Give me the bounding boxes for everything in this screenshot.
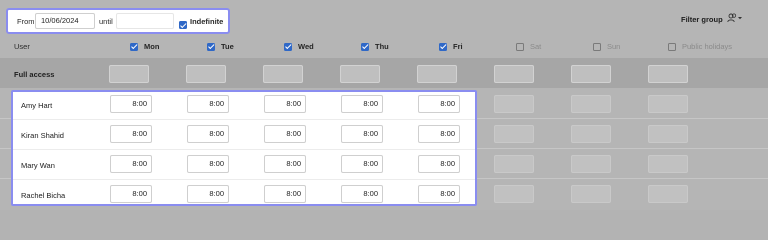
thu-time-input[interactable]: 8:00 — [341, 185, 383, 203]
day-label: Wed — [298, 42, 314, 51]
full-access-holidays-input[interactable] — [648, 65, 688, 83]
sat-checkbox[interactable] — [516, 42, 524, 51]
from-date-input[interactable]: 10/06/2024 — [35, 13, 95, 29]
public-holidays-checkbox[interactable] — [668, 42, 676, 51]
row-divider — [13, 149, 475, 150]
indefinite-label: Indefinite — [190, 17, 224, 26]
day-label: Sat — [530, 42, 542, 51]
full-access-label: Full access — [14, 70, 55, 79]
thu-time-input[interactable]: 8:00 — [341, 155, 383, 173]
sat-time-input[interactable] — [494, 155, 534, 173]
mon-time-input[interactable]: 8:00 — [110, 95, 152, 113]
full-access-tue-input[interactable] — [186, 65, 226, 83]
user-name: Mary Wan — [21, 161, 55, 170]
full-access-fri-input[interactable] — [417, 65, 457, 83]
indefinite-checkbox[interactable] — [179, 21, 187, 29]
holidays-time-input[interactable] — [648, 125, 688, 143]
until-date-input[interactable] — [116, 13, 174, 29]
day-header-sat: Sat — [516, 42, 541, 51]
wed-time-input[interactable]: 8:00 — [264, 155, 306, 173]
holidays-time-input[interactable] — [648, 185, 688, 203]
full-access-thu-input[interactable] — [340, 65, 380, 83]
day-header-mon: Mon — [130, 42, 159, 51]
sat-time-input[interactable] — [494, 95, 534, 113]
tue-time-input[interactable]: 8:00 — [187, 95, 229, 113]
holidays-time-input[interactable] — [648, 155, 688, 173]
sun-time-input[interactable] — [571, 125, 611, 143]
date-range-bar: From 10/06/2024 until Indefinite — [6, 8, 230, 34]
tue-time-input[interactable]: 8:00 — [187, 185, 229, 203]
fri-time-input[interactable]: 8:00 — [418, 125, 460, 143]
user-name: Kiran Shahid — [21, 131, 64, 140]
users-schedule-panel: Amy Hart 8:00 8:00 8:00 8:00 8:00 Kiran … — [11, 90, 477, 206]
tue-checkbox[interactable] — [207, 42, 215, 51]
mon-time-input[interactable]: 8:00 — [110, 125, 152, 143]
day-label: Thu — [375, 42, 389, 51]
sun-time-input[interactable] — [571, 95, 611, 113]
until-label: until — [99, 17, 113, 26]
mon-time-input[interactable]: 8:00 — [110, 185, 152, 203]
sun-time-input[interactable] — [571, 155, 611, 173]
sat-time-input[interactable] — [494, 185, 534, 203]
day-label: Sun — [607, 42, 621, 51]
thu-time-input[interactable]: 8:00 — [341, 95, 383, 113]
wed-time-input[interactable]: 8:00 — [264, 95, 306, 113]
sun-time-input[interactable] — [571, 185, 611, 203]
full-access-wed-input[interactable] — [263, 65, 303, 83]
fri-checkbox[interactable] — [439, 42, 447, 51]
fri-time-input[interactable]: 8:00 — [418, 95, 460, 113]
full-access-sat-input[interactable] — [494, 65, 534, 83]
full-access-mon-input[interactable] — [109, 65, 149, 83]
day-label: Public holidays — [682, 42, 733, 51]
day-label: Fri — [453, 42, 463, 51]
fri-time-input[interactable]: 8:00 — [418, 185, 460, 203]
thu-time-input[interactable]: 8:00 — [341, 125, 383, 143]
day-header-wed: Wed — [284, 42, 314, 51]
full-access-sun-input[interactable] — [571, 65, 611, 83]
thu-checkbox[interactable] — [361, 42, 369, 51]
wed-time-input[interactable]: 8:00 — [264, 185, 306, 203]
row-divider — [13, 179, 475, 180]
row-divider — [13, 119, 475, 120]
day-header-fri: Fri — [439, 42, 463, 51]
day-header-thu: Thu — [361, 42, 389, 51]
user-name: Amy Hart — [21, 101, 53, 110]
mon-time-input[interactable]: 8:00 — [110, 155, 152, 173]
day-label: Tue — [221, 42, 234, 51]
filter-group-label[interactable]: Filter group — [681, 15, 723, 24]
wed-time-input[interactable]: 8:00 — [264, 125, 306, 143]
user-column-header: User — [14, 42, 30, 51]
holidays-time-input[interactable] — [648, 95, 688, 113]
from-label: From — [17, 17, 35, 26]
users-filter-icon[interactable] — [727, 13, 743, 23]
tue-time-input[interactable]: 8:00 — [187, 155, 229, 173]
user-name: Rachel Bicha — [21, 191, 66, 200]
sun-checkbox[interactable] — [593, 42, 601, 51]
wed-checkbox[interactable] — [284, 42, 292, 51]
day-header-public-holidays: Public holidays — [668, 42, 732, 51]
fri-time-input[interactable]: 8:00 — [418, 155, 460, 173]
day-label: Mon — [144, 42, 160, 51]
mon-checkbox[interactable] — [130, 42, 138, 51]
tue-time-input[interactable]: 8:00 — [187, 125, 229, 143]
day-header-tue: Tue — [207, 42, 234, 51]
sat-time-input[interactable] — [494, 125, 534, 143]
day-header-sun: Sun — [593, 42, 620, 51]
